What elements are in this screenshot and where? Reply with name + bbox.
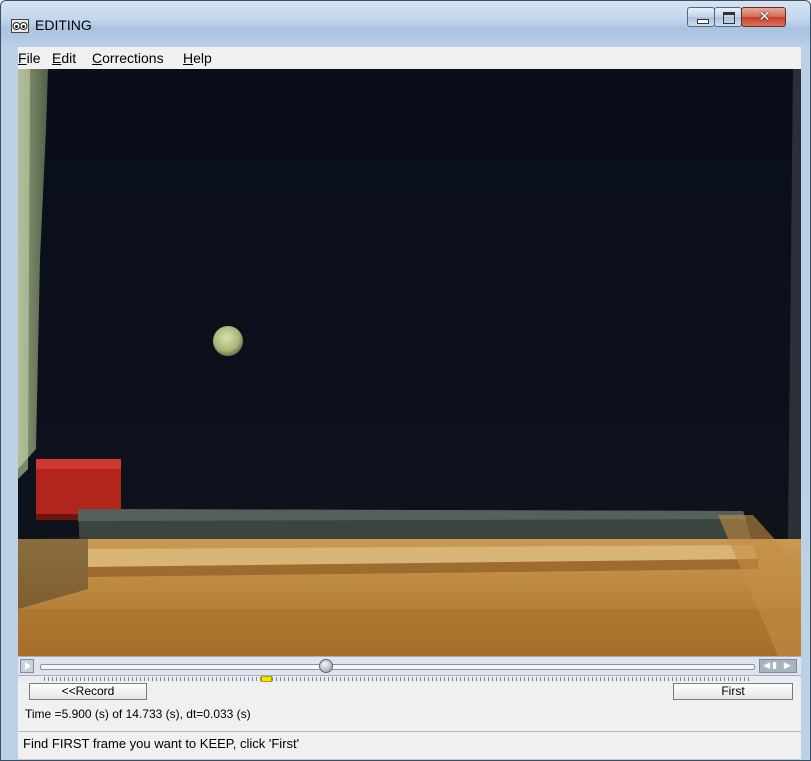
- frame-tick-strip: [44, 677, 750, 681]
- window-title: EDITING: [35, 17, 92, 33]
- frame-step-buttons[interactable]: ◀▮ ▶: [759, 659, 797, 673]
- record-button[interactable]: <<Record: [29, 683, 147, 700]
- client-area: File Edit Corrections Help ◀▮ ▶ <<Record…: [18, 47, 801, 759]
- ball: [213, 326, 243, 356]
- menu-help[interactable]: Help: [183, 50, 212, 66]
- timeline-thumb[interactable]: [319, 659, 334, 673]
- video-frame[interactable]: [18, 69, 801, 656]
- frame-ticks: [18, 676, 801, 682]
- maximize-icon: [723, 12, 735, 24]
- menu-edit[interactable]: Edit: [52, 50, 76, 66]
- menu-bar: File Edit Corrections Help: [18, 47, 801, 70]
- close-icon: ✕: [758, 9, 771, 25]
- current-frame-marker: [261, 676, 272, 682]
- timeline-scrubber[interactable]: ◀▮ ▶: [18, 656, 801, 676]
- minimize-icon: [697, 19, 709, 24]
- app-window: EDITING ✕ File Edit Corrections Help ◀▮ …: [0, 0, 811, 761]
- timeline-track[interactable]: [40, 664, 755, 670]
- status-bar: Find FIRST frame you want to KEEP, click…: [18, 731, 801, 753]
- title-bar[interactable]: EDITING ✕: [1, 1, 810, 47]
- minimize-button[interactable]: [687, 7, 715, 27]
- first-button[interactable]: First: [673, 683, 793, 700]
- play-icon[interactable]: [20, 659, 34, 673]
- close-button[interactable]: ✕: [741, 7, 786, 27]
- time-readout: Time =5.900 (s) of 14.733 (s), dt=0.033 …: [25, 707, 251, 721]
- app-icon: [11, 19, 29, 33]
- status-text: Find FIRST frame you want to KEEP, click…: [23, 736, 300, 751]
- menu-file[interactable]: File: [18, 50, 41, 66]
- menu-corrections[interactable]: Corrections: [92, 50, 164, 66]
- maximize-button[interactable]: [714, 7, 742, 27]
